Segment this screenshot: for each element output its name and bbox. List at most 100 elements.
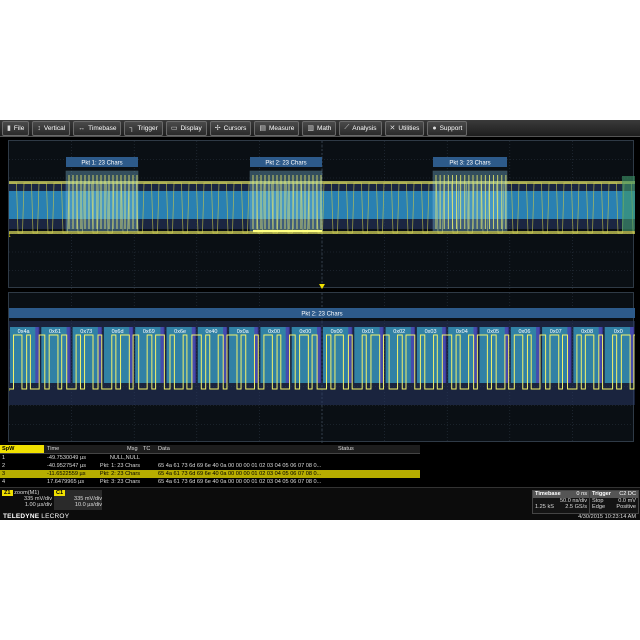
byte-label: 0x6d	[112, 329, 124, 335]
menu-math[interactable]: ▥ Math	[302, 120, 337, 136]
table-row[interactable]: 4 17.6479965 µs Pkt: 3: 23 Chars 65 4a 61 7…	[0, 478, 420, 486]
cursors-icon: ✢	[214, 125, 221, 132]
byte-label: 0x03	[425, 329, 437, 335]
timebase-title: Timebase	[535, 491, 561, 497]
timebase-delay: 0 ns	[576, 491, 587, 497]
menu-label: Display	[180, 124, 202, 132]
trigger-position-marker[interactable]	[319, 284, 325, 289]
cell-data: 65 4a 61 73 6d 69 6e 40 0a 00 00 00 01 0…	[158, 479, 322, 485]
trigger-icon: ┐	[129, 124, 135, 132]
cell-time: -11.6522559 µs	[47, 471, 86, 477]
byte-label: 0x69	[143, 329, 155, 335]
menu-bar: ▮ File ↕ Vertical ↔ Timebase ┐ Trigger ▭ Display ✢…	[0, 120, 640, 137]
brand-logo: TELEDYNE LECROY	[3, 513, 69, 520]
menu-label: Vertical	[43, 124, 66, 132]
measure-icon: ▤	[259, 125, 267, 132]
menu-label: Timebase	[88, 124, 117, 132]
menu-display[interactable]: ▭ Display	[165, 120, 207, 136]
c1-tdiv: 10.0 µs/div	[74, 502, 102, 508]
overview-waveform: Pkt 1: 23 Chars Pkt 2: 23 Chars Pkt 3: 23 …	[9, 141, 635, 289]
byte-label: 0x00	[268, 329, 280, 335]
z1-tdiv: 1.00 µs/div	[24, 502, 52, 508]
trigger-channel: C2 DC	[619, 491, 636, 497]
menu-label: Support	[439, 124, 463, 132]
table-header: SpW Time Msg TC Data Status	[0, 445, 420, 454]
packet-label: Pkt 1: 23 Chars	[81, 161, 122, 167]
col-status[interactable]: Status	[338, 446, 354, 452]
oscilloscope-screen: ▮ File ↕ Vertical ↔ Timebase ┐ Trigger ▭ Display ✢…	[0, 120, 640, 520]
brand-sub: LECROY	[41, 513, 70, 520]
menu-measure[interactable]: ▤ Measure	[254, 120, 300, 136]
menu-label: Cursors	[223, 124, 247, 132]
byte-label: 0x73	[80, 329, 92, 335]
menu-label: Analysis	[352, 124, 377, 132]
col-tc[interactable]: TC	[143, 446, 150, 452]
cell-time: 17.6479965 µs	[47, 479, 85, 485]
file-icon: ▮	[7, 125, 11, 132]
trigger-type: Edge	[592, 504, 606, 510]
cell-msg: NULL,NULL	[109, 455, 140, 461]
byte-label: 0x04	[456, 329, 468, 335]
timebase-icon: ↔	[78, 124, 86, 132]
menu-analysis[interactable]: ⟋ Analysis	[339, 120, 382, 136]
trigger-slope: Positive	[616, 504, 636, 510]
cell-idx: 3	[2, 471, 6, 477]
menu-label: Measure	[269, 124, 295, 132]
trigger-title: Trigger	[592, 491, 611, 497]
cell-idx: 4	[2, 479, 6, 485]
menu-vertical[interactable]: ↕ Vertical	[32, 120, 71, 136]
timestamp: 4/30/2015 10:23:14 AM	[578, 514, 636, 520]
z1-descriptor[interactable]: Z1 zoom(M1) 335 mV/div 1.00 µs/div	[2, 490, 52, 510]
cell-msg: Pkt: 1: 23 Chars	[99, 463, 140, 469]
table-row[interactable]: 3 -11.6522559 µs Pkt: 2: 23 Chars 65 4a 61 …	[0, 470, 420, 478]
timebase-samples: 1.25 kS	[535, 504, 554, 510]
byte-label: 0x0a	[237, 329, 250, 335]
byte-label: 0x00	[331, 329, 343, 335]
byte-label: 0x6e	[174, 329, 186, 335]
decode-band	[9, 321, 635, 405]
timebase-box[interactable]: Timebase 0 ns 50.0 ns/div 1.25 kS 2.5 GS/s	[532, 490, 590, 514]
decode-table: SpW Time Msg TC Data Status 1 -49.7530049…	[0, 445, 640, 487]
trigger-box[interactable]: Trigger C2 DC Stop 0.0 mV Edge Positive	[589, 490, 639, 514]
byte-label: 0x40	[205, 329, 217, 335]
zoom-waveform: Pkt 2: 23 Chars 0x4a 0x61 0x73 0x6d 0x69 0x6e 0…	[9, 293, 635, 443]
menu-label: Utilities	[398, 124, 420, 132]
menu-label: Trigger	[137, 124, 158, 132]
byte-label: 0x07	[550, 329, 562, 335]
menu-utilities[interactable]: ✕ Utilities	[384, 120, 425, 136]
packet-box[interactable]	[622, 176, 635, 231]
menu-cursors[interactable]: ✢ Cursors	[209, 120, 252, 136]
menu-timebase[interactable]: ↔ Timebase	[73, 120, 122, 136]
table-row[interactable]: 2 -40.9527547 µs Pkt: 1: 23 Chars 65 4a 61 …	[0, 462, 420, 470]
utilities-icon: ✕	[389, 125, 396, 132]
byte-label: 0x06	[518, 329, 530, 335]
packet-label: Pkt 2: 23 Chars	[265, 161, 306, 167]
col-time[interactable]: Time	[47, 446, 59, 452]
cell-msg: Pkt: 3: 23 Chars	[99, 479, 140, 485]
cell-idx: 1	[2, 455, 6, 461]
math-icon: ▥	[307, 125, 314, 132]
byte-label: 0x61	[49, 329, 61, 335]
c1-descriptor[interactable]: C1 335 mV/div 10.0 µs/div	[54, 490, 102, 510]
analysis-icon: ⟋	[344, 124, 350, 131]
protocol-tag[interactable]: SpW	[0, 445, 44, 453]
byte-label: 0x0	[614, 329, 623, 335]
display-icon: ▭	[170, 125, 178, 132]
zoom-waveform-panel[interactable]: Pkt 2: 23 Chars 0x4a 0x61 0x73 0x6d 0x69 0x6e 0…	[8, 292, 635, 443]
overview-waveform-panel[interactable]: Pkt 1: 23 Chars Pkt 2: 23 Chars Pkt 3: 23 …	[8, 140, 635, 289]
menu-file[interactable]: ▮ File	[2, 120, 30, 136]
menu-support[interactable]: ● Support	[427, 120, 468, 136]
col-data[interactable]: Data	[158, 446, 170, 452]
menu-trigger[interactable]: ┐ Trigger	[124, 120, 163, 136]
packet-label: Pkt 3: 23 Chars	[449, 161, 490, 167]
cell-time: -49.7530049 µs	[47, 455, 86, 461]
menu-label: Math	[316, 124, 332, 132]
col-msg[interactable]: Msg	[127, 446, 138, 452]
cell-data: 65 4a 61 73 6d 69 6e 40 0a 00 00 00 01 0…	[158, 463, 322, 469]
byte-label: 0x01	[362, 329, 374, 335]
z1-tag: Z1	[2, 490, 13, 496]
menu-label: File	[13, 124, 25, 132]
brand-name: TELEDYNE	[3, 513, 40, 520]
c1-tag: C1	[54, 490, 66, 496]
table-row[interactable]: 1 -49.7530049 µs NULL,NULL	[0, 454, 420, 462]
